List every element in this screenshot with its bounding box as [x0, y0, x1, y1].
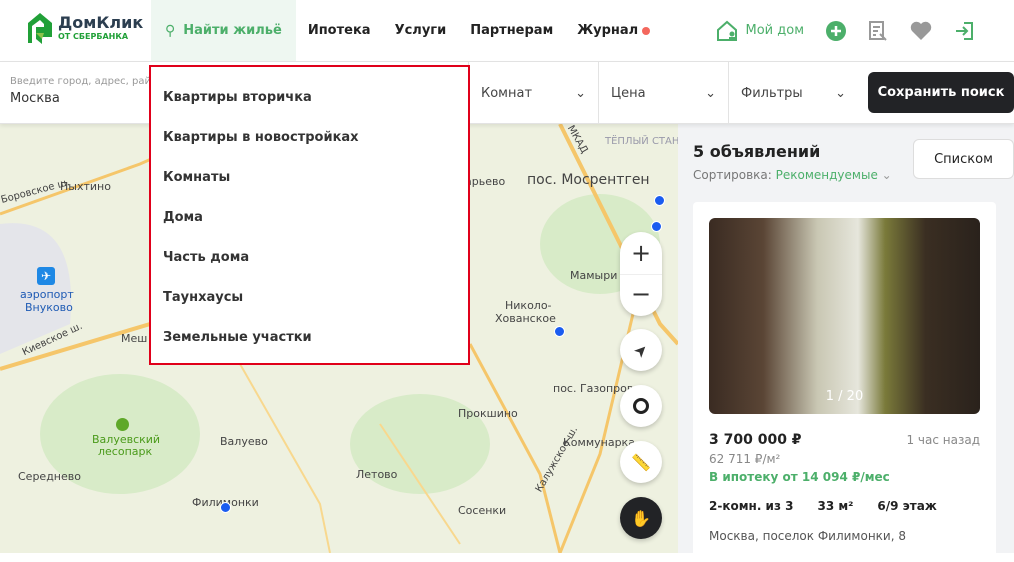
address-value: Москва [10, 91, 60, 106]
map-label: Валуево [220, 435, 268, 448]
my-home-label: Мой дом [745, 23, 805, 38]
listing-specs: 2-комн. из 3 33 м² 6/9 этаж [709, 499, 937, 513]
price-per-meter: 62 711 ₽/м² [709, 452, 781, 466]
chevron-down-icon: ⌄ [705, 85, 716, 101]
listing-card[interactable]: 1 / 20 3 700 000 ₽ 1 час назад 62 711 ₽/… [693, 202, 996, 562]
map-label: аэропорт [20, 288, 74, 301]
sort-value: Рекомендуемые [775, 168, 878, 182]
header: ДомКлик ОТ СБЕРБАНКА ⚲ Найти жильё Ипотек… [0, 0, 1014, 62]
nav-mortgage[interactable]: Ипотека [296, 0, 383, 61]
park-icon [116, 418, 129, 431]
filters-label: Фильтры [741, 85, 803, 101]
rooms-label: Комнат [481, 85, 533, 101]
logo-name: ДомКлик [58, 13, 144, 32]
map-pin[interactable] [554, 326, 565, 337]
address-placeholder: Введите город, адрес, район [10, 76, 164, 87]
nav-label: Журнал [577, 23, 639, 38]
property-type-dropdown: Квартиры вторичка Квартиры в новостройка… [149, 65, 470, 365]
results-count: 5 объявлений [693, 142, 821, 161]
map-label: Мамыри [570, 269, 618, 282]
map-label: Меш [121, 332, 148, 345]
nav-journal[interactable]: Журнал [565, 0, 662, 61]
map-label: пос. Мосрентген [527, 172, 650, 188]
dropdown-item-houses[interactable]: Дома [151, 197, 468, 237]
sort-control[interactable]: Сортировка: Рекомендуемые ⌄ [693, 168, 892, 182]
chevron-down-icon: ⌄ [835, 85, 846, 101]
save-search-button[interactable]: Сохранить поиск [868, 72, 1014, 113]
main-nav: ⚲ Найти жильё Ипотека Услуги Партнерам Жу… [151, 0, 662, 61]
photo-counter: 1 / 20 [825, 389, 864, 404]
map-label: Летово [356, 468, 398, 481]
price-select[interactable]: Цена ⌄ [598, 62, 728, 124]
filters-select[interactable]: Фильтры ⌄ [728, 62, 858, 124]
my-home-link[interactable]: Мой дом [716, 20, 805, 42]
sort-label: Сортировка: [693, 168, 772, 182]
nav-services[interactable]: Услуги [383, 0, 459, 61]
address-input[interactable]: Введите город, адрес, район Москва [10, 76, 164, 106]
logo[interactable]: ДомКлик ОТ СБЕРБАНКА [28, 13, 143, 45]
zoom-out-button[interactable]: − [620, 274, 662, 316]
dropdown-item-new-buildings[interactable]: Квартиры в новостройках [151, 117, 468, 157]
pan-button[interactable]: ✋ [620, 497, 662, 539]
ruler-icon: 📏 [631, 452, 651, 472]
geolocation-button[interactable]: ➤ [620, 329, 662, 371]
map-label: Николо- [505, 299, 552, 312]
listing-time: 1 час назад [906, 433, 980, 447]
zoom-control: + − [620, 232, 662, 316]
price-label: Цена [611, 85, 646, 101]
notification-dot [642, 26, 651, 35]
listing-address: Москва, поселок Филимонки, 8 [709, 529, 906, 543]
logo-sub: ОТ СБЕРБАНКА [58, 32, 129, 41]
results-panel: 5 объявлений Сортировка: Рекомендуемые ⌄… [678, 124, 1014, 562]
rooms-spec: 2-комн. из 3 [709, 499, 794, 513]
nav-find-home[interactable]: ⚲ Найти жильё [151, 0, 296, 61]
dropdown-item-townhouses[interactable]: Таунхаусы [151, 277, 468, 317]
map-label: лесопарк [98, 445, 153, 458]
ruler-button[interactable]: 📏 [620, 441, 662, 483]
home-user-icon [716, 20, 737, 41]
favorites-heart-icon[interactable] [910, 21, 932, 41]
search-icon: ⚲ [165, 22, 176, 39]
map-label: Внуково [25, 301, 73, 314]
chevron-down-icon: ⌄ [881, 168, 892, 182]
map-pin[interactable] [651, 221, 662, 232]
hand-icon: ✋ [631, 508, 651, 528]
nav-label: Найти жильё [183, 23, 282, 38]
chevron-down-icon: ⌄ [575, 85, 586, 101]
login-icon[interactable] [954, 21, 974, 41]
listing-price: 3 700 000 ₽ [709, 432, 802, 448]
list-view-button[interactable]: Списком [913, 139, 1014, 179]
airport-icon: ✈ [37, 267, 55, 285]
dropdown-item-secondary-apartments[interactable]: Квартиры вторичка [151, 77, 468, 117]
rooms-select[interactable]: Комнат ⌄ [468, 62, 598, 124]
map-label: Хованское [495, 312, 556, 325]
listing-photo[interactable]: 1 / 20 [709, 218, 980, 414]
map-label: арьево [465, 175, 506, 188]
dropdown-item-land[interactable]: Земельные участки [151, 317, 468, 357]
map-label: Сосенки [458, 504, 507, 517]
floor-spec: 6/9 этаж [877, 499, 937, 513]
dropdown-item-rooms[interactable]: Комнаты [151, 157, 468, 197]
map-label: Середнево [18, 470, 81, 483]
logo-house-icon [28, 13, 52, 44]
nav-partners[interactable]: Партнерам [458, 0, 565, 61]
map-pin[interactable] [220, 502, 231, 513]
compare-icon[interactable] [868, 20, 888, 42]
add-listing-icon[interactable] [826, 20, 846, 41]
lasso-icon [633, 398, 649, 414]
map-label: ТЁПЛЫЙ СТАН [605, 136, 678, 147]
draw-area-button[interactable] [620, 385, 662, 427]
navigation-arrow-icon: ➤ [629, 338, 653, 362]
map-label: Прокшино [458, 407, 518, 420]
mortgage-link[interactable]: В ипотеку от 14 094 ₽/мес [709, 470, 890, 484]
area-spec: 33 м² [817, 499, 854, 513]
map-pin[interactable] [654, 195, 665, 206]
dropdown-item-house-part[interactable]: Часть дома [151, 237, 468, 277]
zoom-in-button[interactable]: + [620, 232, 662, 274]
